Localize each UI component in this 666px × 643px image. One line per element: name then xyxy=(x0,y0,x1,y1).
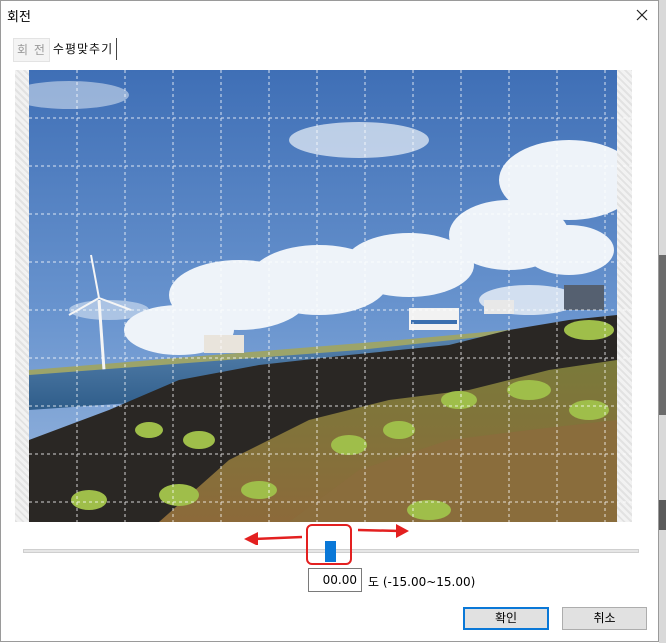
background-window-edge xyxy=(659,0,666,643)
preview-photo xyxy=(29,70,617,522)
background-strip-segment xyxy=(659,255,666,415)
arrow-right-icon xyxy=(357,524,409,538)
close-icon xyxy=(636,9,648,21)
cancel-button[interactable]: 취소 xyxy=(562,607,647,630)
arrow-left-icon xyxy=(244,532,303,545)
rotation-value-input[interactable]: 00.00 xyxy=(308,568,362,592)
image-preview xyxy=(15,70,646,522)
tab-level[interactable]: 수평맞추기 xyxy=(50,38,118,60)
close-button[interactable] xyxy=(631,5,653,25)
background-strip-segment xyxy=(659,500,666,530)
rotation-unit-range-label: 도 (-15.00~15.00) xyxy=(368,575,476,589)
thumb-highlight-annotation xyxy=(306,524,352,565)
rotate-dialog: 회전 회 전 수평맞추기 00.00 도 (-15.00~15.00) 확인 취… xyxy=(0,0,659,642)
tab-bar: 회 전 수평맞추기 xyxy=(13,38,118,62)
dialog-title: 회전 xyxy=(7,10,31,25)
ok-button[interactable]: 확인 xyxy=(463,607,549,630)
tab-rotate[interactable]: 회 전 xyxy=(13,38,50,62)
